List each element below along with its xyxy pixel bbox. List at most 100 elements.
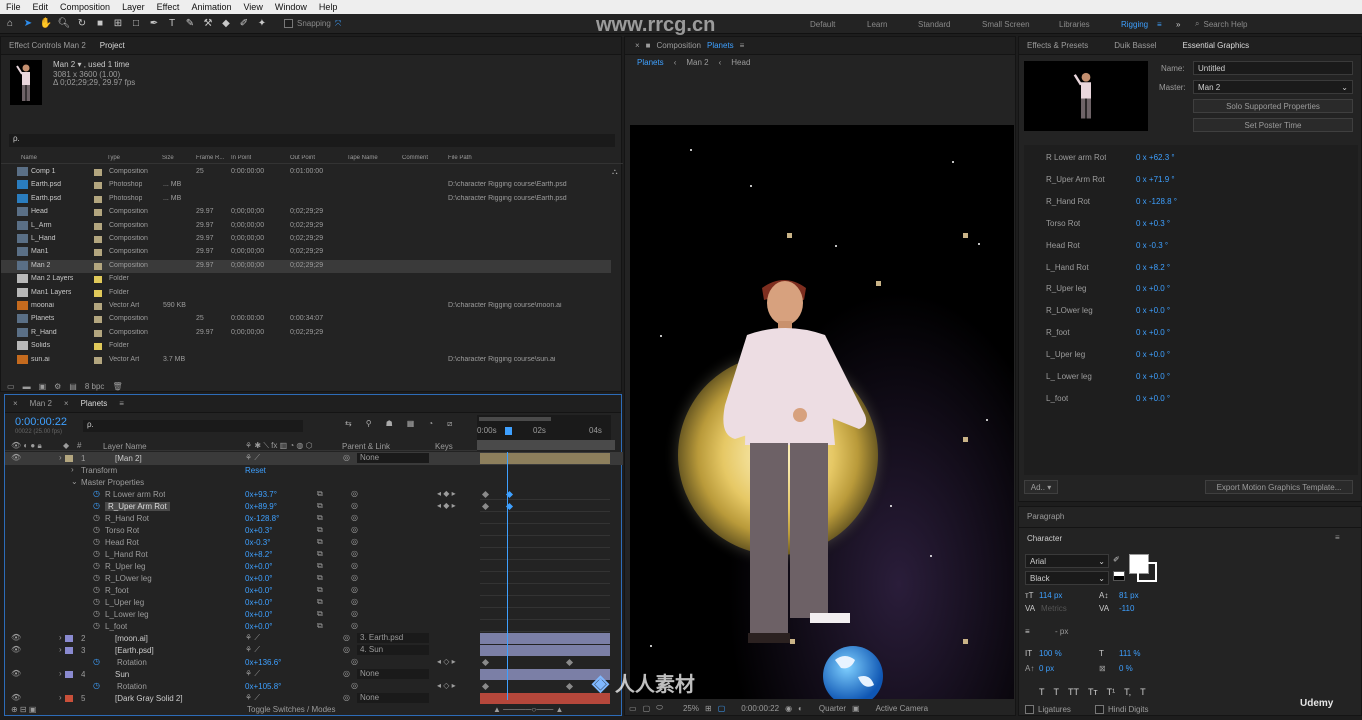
font-style-select[interactable]: Black ⌄ [1025,571,1109,585]
column-header[interactable]: Comment [402,155,428,161]
close-icon[interactable]: × [64,399,69,408]
graph-editor-icon[interactable]: ⧄ [447,419,452,429]
pick-whip-icon[interactable]: ◎ [351,561,358,570]
pick-whip-icon[interactable]: ◎ [351,681,358,690]
expand-arrow-icon[interactable]: › [59,645,62,654]
project-item[interactable]: Earth.psd Photoshop ... MB D:\character Rig… [1,179,611,192]
pick-whip-icon[interactable]: ◎ [351,585,358,594]
horizontal-scale-value[interactable]: 111 % [1119,649,1141,658]
more-workspaces-icon[interactable]: » [1176,14,1180,34]
timeline-ruler[interactable]: 0:00s 02s 04s [477,415,611,441]
toggle-switches-button[interactable]: Toggle Switches / Modes [247,705,336,714]
eyedropper-icon[interactable]: ✐ [1113,555,1120,564]
switch-icons[interactable]: ⚘ ⟋ [245,633,260,643]
snapping-checkbox[interactable] [284,19,293,28]
menu-item-file[interactable]: File [6,2,21,12]
eg-property-row[interactable]: L_foot 0 x +0.0 ° [1024,392,1358,405]
font-family-select[interactable]: Arial ⌄ [1025,554,1109,568]
clone-tool-icon[interactable]: ⚒ [200,17,216,31]
stopwatch-icon[interactable]: ◷ [93,549,100,558]
zoom-select[interactable]: 25% [683,704,699,713]
comp-canvas[interactable] [630,125,1014,699]
project-item[interactable]: L_Arm Composition 29.97 0;00;00;00 0;02;29;2… [1,220,611,233]
project-item[interactable]: R_Hand Composition 29.97 0;00;00;00 0;02;29;… [1,327,611,340]
switch-icons[interactable]: ⚘ ⟋ [245,645,260,655]
keyframe-nav[interactable]: ◂ ◆ ▸ [437,489,456,498]
property-value[interactable]: 0x+0.0° [245,598,272,607]
stopwatch-icon[interactable]: ◷ [93,537,100,546]
project-item[interactable]: Earth.psd Photoshop ... MB D:\character Rig… [1,193,611,206]
property-value[interactable]: 0x+93.7° [245,490,277,499]
column-header[interactable]: Size [162,155,174,161]
property-value[interactable]: 0x+0.0° [245,622,272,631]
parent-pick-whip-icon[interactable]: ◎ [343,645,350,654]
workspace-rigging[interactable]: Rigging [1121,14,1148,34]
menu-item-layer[interactable]: Layer [122,2,145,12]
panel-menu-icon[interactable]: ≡ [740,41,745,50]
label-swatch[interactable] [94,316,102,324]
property-value[interactable]: 0x+8.2° [245,550,272,559]
eg-property-value[interactable]: 0 x +0.0 ° [1136,284,1170,293]
paragraph-title[interactable]: Paragraph [1027,512,1064,521]
pen-tool-icon[interactable]: ✒ [146,17,162,31]
baseline-value[interactable]: 0 px [1039,664,1054,673]
project-settings-icon[interactable]: ▤ [69,382,77,391]
switch-icons[interactable]: ⚘ ⟋ [245,453,260,463]
label-swatch[interactable] [94,195,102,203]
zoom-slider-icon[interactable]: ▲ ─────○─── ▲ [493,705,563,714]
layer-label-swatch[interactable] [65,695,73,702]
pick-whip-icon[interactable]: ◎ [351,513,358,522]
resolution-select[interactable]: Quarter [819,704,846,713]
layer-label-swatch[interactable] [65,647,73,654]
subscript-button[interactable]: T, [1124,687,1131,697]
property-switch-icon[interactable]: ⧉ [317,597,323,607]
keyframe-nav[interactable]: ◂ ◇ ▸ [437,657,456,666]
stopwatch-icon[interactable]: ◷ [93,501,100,510]
tracking-value[interactable]: -110 [1119,604,1134,613]
stroke-color-swatch[interactable] [1137,562,1157,582]
close-icon[interactable]: × [635,41,640,50]
menu-item-edit[interactable]: Edit [33,2,49,12]
property-value[interactable]: 0x+0.3° [245,526,272,535]
kerning-value[interactable]: Metrics [1041,604,1067,613]
layer-name[interactable]: [Dark Gray Solid 2] [115,694,183,703]
eg-property-value[interactable]: 0 x -128.8 ° [1136,197,1177,206]
layer-label-swatch[interactable] [65,455,73,462]
export-template-button[interactable]: Export Motion Graphics Template... [1205,480,1353,494]
panel-menu-icon[interactable]: ≡ [119,399,124,408]
parent-select[interactable]: None [357,669,429,679]
eg-property-row[interactable]: R_Hand Rot 0 x -128.8 ° [1024,195,1358,208]
eye-icon[interactable]: 👁︎ [11,693,21,702]
eg-property-value[interactable]: 0 x +0.0 ° [1136,372,1170,381]
layer-name-header[interactable]: Layer Name [103,442,147,451]
current-timecode[interactable]: 0:00:00:22 [15,416,67,428]
reset-link[interactable]: Reset [245,466,266,475]
camera-tool-icon[interactable]: ■ [92,17,108,31]
layer-label-swatch[interactable] [65,635,73,642]
eg-property-value[interactable]: 0 x +71.9 ° [1136,175,1175,184]
home-icon[interactable]: ⌂ [2,17,18,31]
property-value[interactable]: 0x+0.0° [245,562,272,571]
draft-3d-icon[interactable]: ⚲ [366,419,372,429]
property-value[interactable]: 0x+0.0° [245,586,272,595]
layer-duration-bar[interactable] [480,669,610,680]
keyframe-nav[interactable]: ◂ ◆ ▸ [437,501,456,510]
brush-tool-icon[interactable]: ✎ [182,17,198,31]
breadcrumb-planets[interactable]: Planets [637,58,664,67]
menu-item-window[interactable]: Window [275,2,307,12]
lock-icon[interactable]: ■ [646,41,651,50]
eg-property-value[interactable]: 0 x +0.0 ° [1136,328,1170,337]
indent-value[interactable]: - px [1055,627,1068,636]
project-item[interactable]: Man1 Layers Folder [1,287,611,300]
keyframe-nav[interactable]: ◂ ◇ ▸ [437,681,456,690]
menu-item-help[interactable]: Help [319,2,338,12]
comp-flowchart-icon[interactable]: ⇆ [345,419,352,429]
property-switch-icon[interactable]: ⧉ [317,549,323,559]
region-icon[interactable]: ▢ [643,704,651,713]
eye-icon[interactable]: 👁︎ [11,453,21,462]
workspace-menu-icon[interactable]: ≡ [1157,14,1162,34]
tab-essential-graphics[interactable]: Essential Graphics [1182,41,1249,50]
selection-tool-icon[interactable]: ➤ [20,17,36,31]
project-item[interactable]: Solids Folder [1,340,611,353]
interpret-footage-icon[interactable]: ▭ [7,382,15,391]
